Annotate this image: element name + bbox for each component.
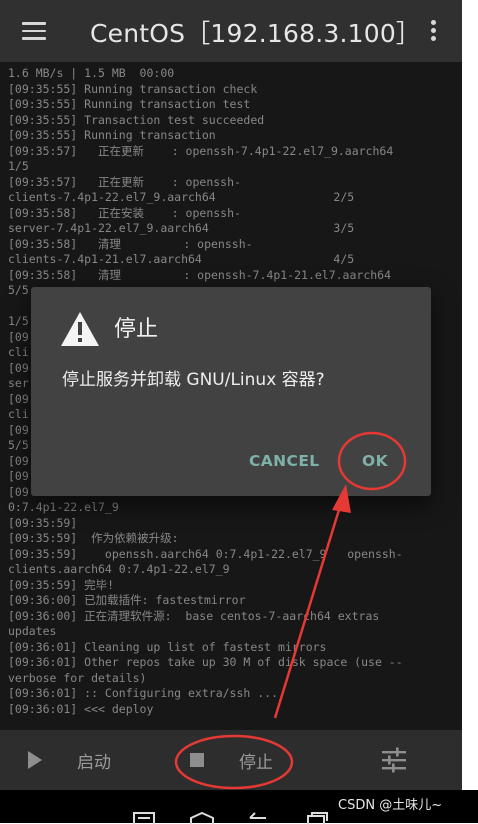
switch-icon[interactable] (305, 812, 329, 824)
hamburger-menu-icon[interactable] (22, 22, 46, 40)
bottom-toolbar: 启动 停止 (0, 730, 462, 790)
stop-button[interactable]: 停止 (190, 730, 273, 790)
top-app-bar: CentOS［192.168.3.100］ (0, 0, 462, 62)
home-icon[interactable] (189, 812, 215, 824)
play-icon (28, 751, 42, 769)
csdn-watermark: CSDN @土味儿~ (338, 798, 443, 813)
dialog-title: 停止 (114, 317, 159, 342)
cancel-button[interactable]: CANCEL (249, 449, 320, 473)
screenshot-margin (462, 0, 478, 823)
dialog-message: 停止服务并卸载 GNU/Linux 容器? (62, 370, 325, 390)
app-screen: CentOS［192.168.3.100］ 1.6 MB/s | 1.5 MB … (0, 0, 462, 823)
start-label: 启动 (77, 752, 111, 773)
stop-icon (190, 753, 204, 767)
tune-icon[interactable] (381, 747, 407, 773)
stop-dialog: 停止 停止服务并卸载 GNU/Linux 容器? CANCEL OK (31, 287, 431, 496)
ok-button[interactable]: OK (362, 449, 388, 473)
recents-icon[interactable] (132, 812, 156, 824)
stop-label: 停止 (239, 752, 273, 773)
back-icon[interactable] (246, 812, 270, 824)
app-title: CentOS［192.168.3.100］ (90, 19, 422, 48)
warning-icon (61, 312, 99, 346)
start-button[interactable]: 启动 (28, 730, 111, 790)
more-vert-icon[interactable] (431, 20, 437, 42)
